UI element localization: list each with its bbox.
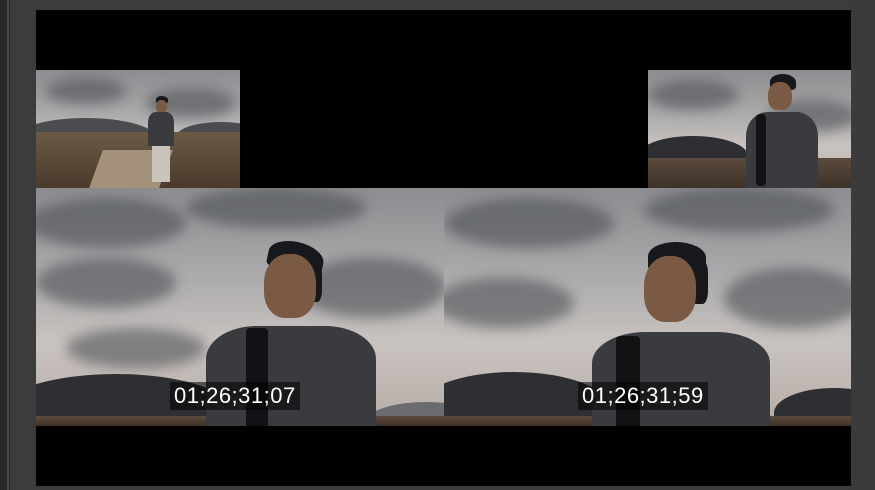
trim-monitor-display[interactable]: 01;26;31;07 01;26;31;59 xyxy=(36,10,851,486)
outgoing-timecode: 01;26;31;07 xyxy=(170,382,300,410)
panel-right-edge xyxy=(851,0,875,490)
incoming-thumbnail xyxy=(648,70,851,188)
program-monitor-panel: 01;26;31;07 01;26;31;59 xyxy=(0,0,875,490)
outgoing-thumbnail xyxy=(36,70,240,188)
panel-divider xyxy=(7,0,9,490)
incoming-timecode: 01;26;31;59 xyxy=(578,382,708,410)
